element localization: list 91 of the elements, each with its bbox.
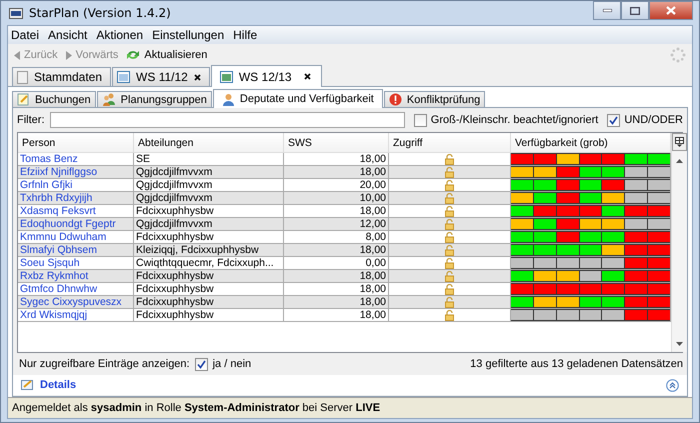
subtab[interactable]: Buchungen [12, 91, 96, 107]
padlock-icon [445, 270, 454, 282]
person-link[interactable]: Xrd Wkismqjqj [18, 309, 134, 322]
subtab[interactable]: Deputate und Verfügbarkeit [212, 89, 383, 108]
padlock-icon [445, 180, 454, 190]
close-icon [666, 6, 676, 15]
table-cell: Fdcixxuphhysbw [134, 270, 284, 283]
person-link[interactable]: Edoqhuondgt Fgeptr [18, 218, 134, 231]
table-cell: 10,00 [284, 192, 389, 205]
close-button[interactable] [649, 1, 693, 20]
menu-item[interactable]: Datei [10, 28, 40, 42]
padlock-icon [445, 166, 454, 178]
close-icon[interactable] [304, 73, 311, 80]
grid-icon [117, 71, 130, 83]
right-triangle-icon [66, 50, 72, 60]
menu-item[interactable]: Hilfe [232, 28, 258, 42]
filter-option-label: Nur zugreifbare Einträge anzeigen: [19, 358, 190, 370]
padlock-icon [445, 296, 454, 308]
checkbox[interactable] [414, 114, 427, 126]
table-cell: Kleiziqqj, Fdcixxuphhysbw [134, 244, 284, 257]
tab[interactable]: WS 11/12 [112, 67, 210, 86]
scroll-up-icon[interactable] [676, 159, 683, 163]
person-icon [222, 92, 235, 106]
table-cell: Qgjdcdjilfmvvxm [134, 218, 284, 231]
record-count: 13 gefilterte aus 13 geladenen Datensätzen [470, 358, 683, 370]
subtab[interactable]: Konfliktprüfung [384, 91, 486, 107]
maximize-icon [630, 6, 640, 14]
padlock-icon [445, 284, 454, 294]
check-icon [609, 116, 618, 124]
column-header[interactable]: Person [18, 133, 134, 153]
checkbox-label: ja / nein [212, 358, 252, 370]
table-cell: Fdcixxuphhysbw [134, 309, 284, 322]
column-header[interactable]: Verfügbarkeit (grob) [511, 133, 671, 153]
table-cell: 12,00 [284, 218, 389, 231]
table-cell: Qgjdcdjilfmvvxm [134, 192, 284, 205]
minimize-icon [602, 9, 612, 12]
table-cell: 18,00 [284, 296, 389, 309]
table-icon [675, 137, 684, 147]
subtab[interactable]: Planungsgruppen [96, 91, 212, 107]
collapse-icon[interactable] [666, 378, 679, 392]
person-link[interactable]: Slmafyi Qbhsem [18, 244, 134, 257]
padlock-icon [445, 206, 454, 216]
padlock-icon [445, 232, 454, 242]
padlock-icon [445, 244, 454, 256]
close-icon[interactable] [194, 74, 201, 80]
checkbox[interactable] [194, 358, 208, 370]
column-header[interactable]: Abteilungen [134, 133, 284, 153]
checkbox-label: UND/ODER [624, 114, 683, 126]
table-cell: 18,00 [284, 309, 389, 322]
menu-item[interactable]: Aktionen [95, 28, 144, 42]
toolbar-button[interactable]: Aktualisieren [126, 49, 208, 61]
grid-icon [220, 70, 233, 82]
person-link[interactable]: Rxbz Rykmhot [18, 270, 134, 283]
checkbox[interactable] [607, 114, 620, 126]
padlock-icon [445, 258, 454, 268]
status-text: Angemeldet als sysadmin in Rolle System-Administrator bei Server LIVE [12, 402, 380, 414]
padlock-icon [445, 192, 454, 204]
table-cell: 18,00 [284, 244, 389, 257]
column-header[interactable]: SWS [284, 133, 389, 153]
person-link[interactable]: Efziixf Njniflggso [18, 166, 134, 179]
tab[interactable]: WS 12/13 [210, 65, 322, 87]
scroll-down-icon[interactable] [676, 342, 683, 346]
table-cell: 18,00 [284, 166, 389, 179]
window-title: StarPlan (Version 1.4.2) [29, 6, 171, 20]
minimize-button[interactable] [593, 1, 621, 20]
left-triangle-icon [14, 50, 20, 60]
padlock-icon [445, 218, 454, 230]
column-header[interactable]: Zugriff [389, 133, 511, 153]
document-icon [17, 70, 28, 84]
check-icon [196, 360, 206, 368]
table-cell: Qgjdcdjilfmvvxm [134, 166, 284, 179]
filter-field[interactable] [50, 112, 405, 128]
person-link[interactable]: Sygec Cixxyspuveszx [18, 296, 134, 309]
maximize-button[interactable] [621, 1, 649, 20]
padlock-icon [445, 310, 454, 320]
menu-item[interactable]: Einstellungen [151, 28, 226, 42]
menu-item[interactable]: Ansicht [47, 28, 88, 42]
table-cell: Fdcixxuphhysbw [134, 296, 284, 309]
checkbox-label: Groß-/Kleinschr. beachtet/ignoriert [430, 114, 598, 126]
table-cell: 18,00 [284, 270, 389, 283]
filter-label: Filter: [17, 114, 44, 126]
notepad-icon [21, 379, 34, 391]
app-logo-icon [9, 8, 23, 18]
column-chooser-button[interactable] [672, 133, 687, 151]
padlock-icon [445, 154, 454, 164]
warning-icon [388, 93, 402, 106]
loading-spinner-icon [670, 47, 686, 63]
refresh-icon [126, 49, 140, 61]
tab[interactable]: Stammdaten [12, 67, 112, 86]
person-link[interactable]: Txhrbh Rdxyjijh [18, 192, 134, 205]
people-icon [102, 93, 116, 106]
